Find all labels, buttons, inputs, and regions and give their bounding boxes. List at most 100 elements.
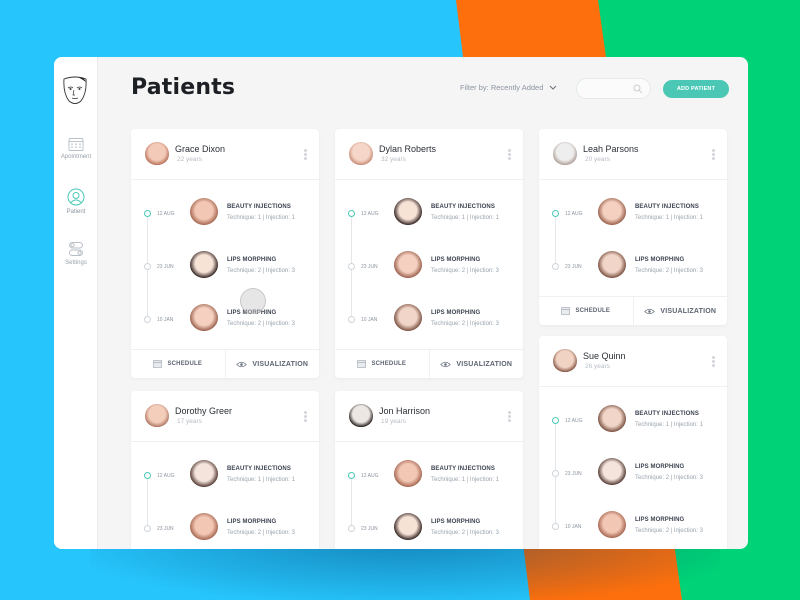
avatar[interactable] xyxy=(553,142,577,166)
timeline-dot xyxy=(552,417,559,424)
treatment-procedure: LIPS MORPHING xyxy=(431,257,481,263)
visualization-button[interactable]: VISUALIZATION xyxy=(428,350,524,378)
treatment-item[interactable]: 10 JAN LIPS MORPHING Technique: 2 | Inje… xyxy=(539,506,727,546)
treatment-item[interactable]: 12 AUG BEAUTY INJECTIONS Technique: 1 | … xyxy=(335,455,523,495)
treatment-meta: Technique: 1 | Injection: 1 xyxy=(635,422,703,428)
treatment-meta: Technique: 1 | Injection: 1 xyxy=(635,215,703,221)
more-options-icon[interactable] xyxy=(712,356,715,367)
timeline-dot xyxy=(348,210,355,217)
schedule-button[interactable]: SCHEDULE xyxy=(539,297,633,325)
patient-age: 20 years xyxy=(585,156,610,163)
timeline-dot xyxy=(552,523,559,530)
add-patient-button[interactable]: ADD PATIENT xyxy=(663,80,729,98)
treatment-item[interactable]: 23 JUN LIPS MORPHING Technique: 2 | Inje… xyxy=(131,246,319,286)
treatment-item[interactable]: 23 JUN LIPS MORPHING Technique: 2 | Inje… xyxy=(335,508,523,548)
avatar[interactable] xyxy=(553,349,577,373)
treatment-meta: Technique: 1 | Injection: 1 xyxy=(227,215,295,221)
sidebar-item-appointment[interactable]: Apointment xyxy=(54,137,98,160)
treatment-item[interactable]: 12 AUG BEAUTY INJECTIONS Technique: 1 | … xyxy=(131,455,319,495)
visualization-button[interactable]: VISUALIZATION xyxy=(224,350,320,378)
treatment-item[interactable]: 12 AUG BEAUTY INJECTIONS Technique: 1 | … xyxy=(131,193,319,233)
treatment-meta: Technique: 1 | Injection: 1 xyxy=(431,215,499,221)
treatment-meta: Technique: 2 | Injection: 3 xyxy=(431,530,499,536)
treatment-date: 10 JAN xyxy=(157,317,174,323)
treatment-item[interactable]: 23 JUN LIPS MORPHING Technique: 2 | Inje… xyxy=(131,508,319,548)
visualization-button[interactable]: VISUALIZATION xyxy=(632,297,728,325)
schedule-button[interactable]: SCHEDULE xyxy=(131,350,225,378)
patient-card[interactable]: Dylan Roberts 32 years 12 AUG BEAUTY INJ… xyxy=(335,129,523,378)
page-title: Patients xyxy=(131,75,236,100)
treatment-item[interactable]: 12 AUG BEAUTY INJECTIONS Technique: 1 | … xyxy=(539,193,727,233)
card-actions: SCHEDULE VISUALIZATION xyxy=(539,296,727,325)
treatment-photo[interactable] xyxy=(598,458,626,486)
patient-name[interactable]: Grace Dixon xyxy=(175,144,225,154)
patient-name[interactable]: Dylan Roberts xyxy=(379,144,436,154)
treatment-photo[interactable] xyxy=(190,198,218,226)
calendar-icon xyxy=(153,360,163,368)
treatment-photo[interactable] xyxy=(598,251,626,279)
toggle-icon xyxy=(69,242,83,256)
treatment-meta: Technique: 2 | Injection: 3 xyxy=(431,321,499,327)
sidebar-item-patient[interactable]: Patient xyxy=(54,188,98,215)
app-window: Apointment Patient Settings Patients Fil… xyxy=(54,57,748,549)
treatment-photo[interactable] xyxy=(394,251,422,279)
treatment-date: 23 JUN xyxy=(361,264,378,270)
card-actions: SCHEDULE VISUALIZATION xyxy=(131,349,319,378)
treatment-item[interactable]: 23 JUN LIPS MORPHING Technique: 2 | Inje… xyxy=(539,453,727,493)
sidebar-item-label: Patient xyxy=(66,209,86,215)
treatment-item[interactable]: 12 AUG BEAUTY INJECTIONS Technique: 1 | … xyxy=(335,193,523,233)
treatment-photo[interactable] xyxy=(598,511,626,539)
more-options-icon[interactable] xyxy=(508,149,511,160)
avatar[interactable] xyxy=(145,404,169,428)
face-mask-icon[interactable] xyxy=(61,75,89,107)
treatment-item[interactable]: 10 JAN LIPS MORPHING Technique: 2 | Inje… xyxy=(131,299,319,339)
treatment-date: 12 AUG xyxy=(565,418,583,424)
patient-name[interactable]: Leah Parsons xyxy=(583,144,639,154)
more-options-icon[interactable] xyxy=(712,149,715,160)
schedule-button[interactable]: SCHEDULE xyxy=(335,350,429,378)
timeline-dot xyxy=(144,316,151,323)
search-input[interactable] xyxy=(576,78,651,99)
treatment-photo[interactable] xyxy=(190,513,218,541)
timeline-dot xyxy=(348,316,355,323)
treatment-photo[interactable] xyxy=(190,251,218,279)
patient-card[interactable]: Sue Quinn 26 years 12 AUG BEAUTY INJECTI… xyxy=(539,336,727,549)
patient-name[interactable]: Jon Harrison xyxy=(379,406,430,416)
treatment-item[interactable]: 23 JUN LIPS MORPHING Technique: 2 | Inje… xyxy=(335,246,523,286)
schedule-label: SCHEDULE xyxy=(167,361,203,367)
treatment-procedure: BEAUTY INJECTIONS xyxy=(227,466,291,472)
eye-icon xyxy=(644,308,656,314)
patient-card[interactable]: Grace Dixon 22 years 12 AUG BEAUTY INJEC… xyxy=(131,129,319,378)
treatment-procedure: BEAUTY INJECTIONS xyxy=(635,411,699,417)
patient-card[interactable]: Jon Harrison 19 years 12 AUG BEAUTY INJE… xyxy=(335,391,523,549)
treatment-photo[interactable] xyxy=(598,405,626,433)
treatment-photo[interactable] xyxy=(394,460,422,488)
avatar[interactable] xyxy=(145,142,169,166)
treatment-item[interactable]: 23 JUN LIPS MORPHING Technique: 2 | Inje… xyxy=(539,246,727,286)
treatment-photo[interactable] xyxy=(598,198,626,226)
patient-card[interactable]: Leah Parsons 20 years 12 AUG BEAUTY INJE… xyxy=(539,129,727,325)
more-options-icon[interactable] xyxy=(304,411,307,422)
treatment-date: 23 JUN xyxy=(565,471,582,477)
treatment-date: 10 JAN xyxy=(565,524,582,530)
treatment-photo[interactable] xyxy=(394,513,422,541)
treatment-item[interactable]: 10 JAN LIPS MORPHING Technique: 2 | Inje… xyxy=(335,299,523,339)
avatar[interactable] xyxy=(349,404,373,428)
treatment-item[interactable]: 12 AUG BEAUTY INJECTIONS Technique: 1 | … xyxy=(539,400,727,440)
filter-dropdown[interactable]: Filter by: Recently Added xyxy=(460,83,557,92)
more-options-icon[interactable] xyxy=(304,149,307,160)
treatment-meta: Technique: 1 | Injection: 1 xyxy=(227,477,295,483)
sidebar-item-settings[interactable]: Settings xyxy=(54,241,98,266)
treatment-photo[interactable] xyxy=(394,198,422,226)
patient-name[interactable]: Dorothy Greer xyxy=(175,406,232,416)
patient-card[interactable]: Dorothy Greer 17 years 12 AUG BEAUTY INJ… xyxy=(131,391,319,549)
treatment-procedure: BEAUTY INJECTIONS xyxy=(227,204,291,210)
patient-name[interactable]: Sue Quinn xyxy=(583,351,626,361)
more-options-icon[interactable] xyxy=(508,411,511,422)
treatment-photo[interactable] xyxy=(394,304,422,332)
treatment-photo[interactable] xyxy=(190,304,218,332)
treatment-photo[interactable] xyxy=(190,460,218,488)
eye-icon xyxy=(236,361,248,367)
avatar[interactable] xyxy=(349,142,373,166)
treatment-date: 23 JUN xyxy=(157,264,174,270)
